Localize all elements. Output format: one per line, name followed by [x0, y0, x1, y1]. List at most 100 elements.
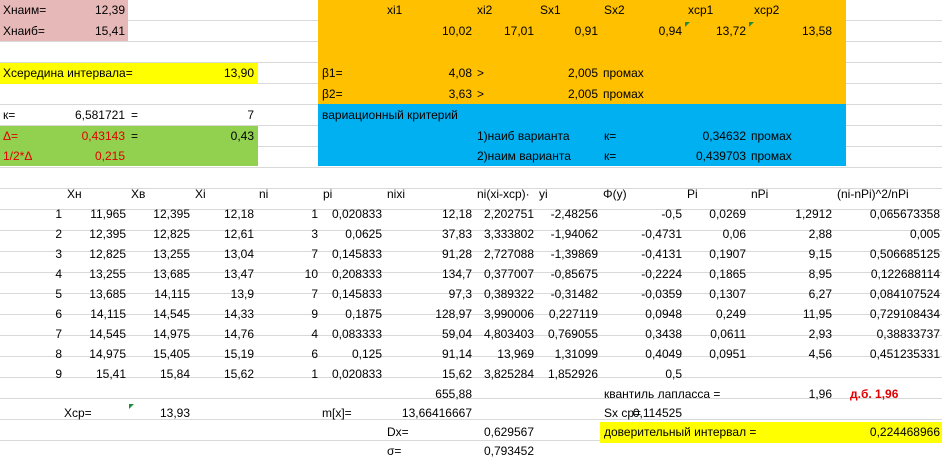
table-cell[interactable]: -1,39869: [536, 244, 598, 264]
table-cell[interactable]: 0,005: [834, 224, 940, 244]
laplace-value[interactable]: 1,96: [748, 384, 832, 404]
stat-value-xcp1[interactable]: 13,72: [684, 21, 746, 41]
table-cell[interactable]: 37,83: [384, 224, 472, 244]
table-cell[interactable]: 5: [0, 284, 62, 304]
table-cell[interactable]: 13,47: [192, 264, 254, 284]
beta1-label[interactable]: β1=: [322, 63, 343, 83]
stat-header-xi1[interactable]: xi1: [387, 0, 402, 20]
stat-header-sx2[interactable]: Sx2: [604, 0, 625, 20]
table-cell[interactable]: 0,020833: [320, 204, 382, 224]
table-cell[interactable]: 13,255: [64, 264, 126, 284]
table-cell[interactable]: 97,3: [384, 284, 472, 304]
table-cell[interactable]: 13,04: [192, 244, 254, 264]
table-cell[interactable]: 4: [0, 264, 62, 284]
table-cell[interactable]: 0,083333: [320, 324, 382, 344]
table-cell[interactable]: 15,84: [128, 364, 190, 384]
table-cell[interactable]: 14,545: [64, 324, 126, 344]
table-cell[interactable]: -0,85675: [536, 264, 598, 284]
xmax-label[interactable]: Хнаиб=: [3, 21, 45, 41]
variation-title[interactable]: вариационный критерий: [322, 105, 458, 125]
table-cell[interactable]: 14,33: [192, 304, 254, 324]
delta-round[interactable]: 0,43: [190, 126, 254, 146]
variation-min-label[interactable]: 2)наим варианта: [477, 146, 571, 166]
table-header[interactable]: pi: [323, 184, 332, 204]
delta-value[interactable]: 0,43143: [60, 126, 125, 146]
table-cell[interactable]: -0,4731: [600, 224, 682, 244]
beta2-result[interactable]: промах: [603, 84, 644, 104]
table-cell[interactable]: 6: [0, 304, 62, 324]
ci-label[interactable]: доверительный интервал =: [604, 422, 756, 442]
table-cell[interactable]: 0,145833: [320, 284, 382, 304]
table-cell[interactable]: 0,0611: [684, 324, 746, 344]
table-cell[interactable]: 3: [256, 224, 318, 244]
halfdelta-value[interactable]: 0,215: [60, 146, 125, 166]
table-header[interactable]: Хв: [131, 184, 145, 204]
table-cell[interactable]: 7: [256, 244, 318, 264]
table-cell[interactable]: -0,31482: [536, 284, 598, 304]
table-cell[interactable]: 1: [256, 204, 318, 224]
table-cell[interactable]: 12,395: [64, 224, 126, 244]
beta1-result[interactable]: промах: [603, 63, 644, 83]
table-cell[interactable]: 0,451235331: [834, 344, 940, 364]
table-cell[interactable]: 12,825: [128, 224, 190, 244]
table-cell[interactable]: 134,7: [384, 264, 472, 284]
table-cell[interactable]: 15,405: [128, 344, 190, 364]
table-cell[interactable]: 2,202751: [474, 204, 534, 224]
k-round[interactable]: 7: [190, 105, 254, 125]
table-cell[interactable]: 3,825284: [474, 364, 534, 384]
table-cell[interactable]: 0,145833: [320, 244, 382, 264]
table-cell[interactable]: 11,95: [748, 304, 832, 324]
table-cell[interactable]: 0,4049: [600, 344, 682, 364]
table-cell[interactable]: -1,94062: [536, 224, 598, 244]
table-cell[interactable]: 13,969: [474, 344, 534, 364]
table-cell[interactable]: 0,38833737: [834, 324, 940, 344]
table-cell[interactable]: 4: [256, 324, 318, 344]
table-cell[interactable]: 0,729108434: [834, 304, 940, 324]
variation-min-k[interactable]: к=: [604, 146, 616, 166]
variation-max-k[interactable]: к=: [604, 126, 616, 146]
table-cell[interactable]: 0,084107524: [834, 284, 940, 304]
table-cell[interactable]: 1: [0, 204, 62, 224]
sum-nixi[interactable]: 655,88: [384, 384, 472, 404]
sxcp-value[interactable]: 0,114525: [600, 403, 682, 423]
table-header[interactable]: nPi: [751, 184, 768, 204]
mid-label[interactable]: Хсередина интервала=: [3, 63, 133, 83]
table-cell[interactable]: 2,727088: [474, 244, 534, 264]
table-cell[interactable]: 13,685: [128, 264, 190, 284]
delta-label[interactable]: Δ=: [3, 126, 18, 146]
table-cell[interactable]: 0,0625: [320, 224, 382, 244]
table-cell[interactable]: 1,852926: [536, 364, 598, 384]
xmin-value[interactable]: 12,39: [60, 0, 125, 20]
table-cell[interactable]: 0,1907: [684, 244, 746, 264]
beta1-crit[interactable]: 2,005: [536, 63, 598, 83]
table-cell[interactable]: 13,255: [128, 244, 190, 264]
table-cell[interactable]: 0,0951: [684, 344, 746, 364]
stat-header-sx1[interactable]: Sx1: [540, 0, 561, 20]
k-eq[interactable]: =: [131, 105, 138, 125]
beta2-value[interactable]: 3,63: [410, 84, 472, 104]
table-cell[interactable]: 0,1875: [320, 304, 382, 324]
table-cell[interactable]: 13,9: [192, 284, 254, 304]
table-cell[interactable]: 0,0948: [600, 304, 682, 324]
mid-value[interactable]: 13,90: [190, 63, 254, 83]
variation-min-value[interactable]: 0,439703: [684, 146, 746, 166]
table-cell[interactable]: -0,4131: [600, 244, 682, 264]
table-cell[interactable]: 3,333802: [474, 224, 534, 244]
stat-value-sx2[interactable]: 0,94: [600, 21, 682, 41]
table-cell[interactable]: 15,19: [192, 344, 254, 364]
table-cell[interactable]: 12,18: [384, 204, 472, 224]
table-cell[interactable]: 14,975: [64, 344, 126, 364]
table-cell[interactable]: 15,62: [384, 364, 472, 384]
table-cell[interactable]: 0,389322: [474, 284, 534, 304]
table-cell[interactable]: -2,48256: [536, 204, 598, 224]
xcp-label[interactable]: Хср=: [64, 403, 92, 423]
table-cell[interactable]: 59,04: [384, 324, 472, 344]
table-cell[interactable]: 0,769055: [536, 324, 598, 344]
variation-max-label[interactable]: 1)наиб варианта: [477, 126, 570, 146]
table-cell[interactable]: 9: [0, 364, 62, 384]
table-cell[interactable]: 12,18: [192, 204, 254, 224]
table-header[interactable]: ni: [259, 184, 268, 204]
k-value[interactable]: 6,581721: [60, 105, 125, 125]
table-header[interactable]: yi: [539, 184, 548, 204]
table-cell[interactable]: 14,545: [128, 304, 190, 324]
